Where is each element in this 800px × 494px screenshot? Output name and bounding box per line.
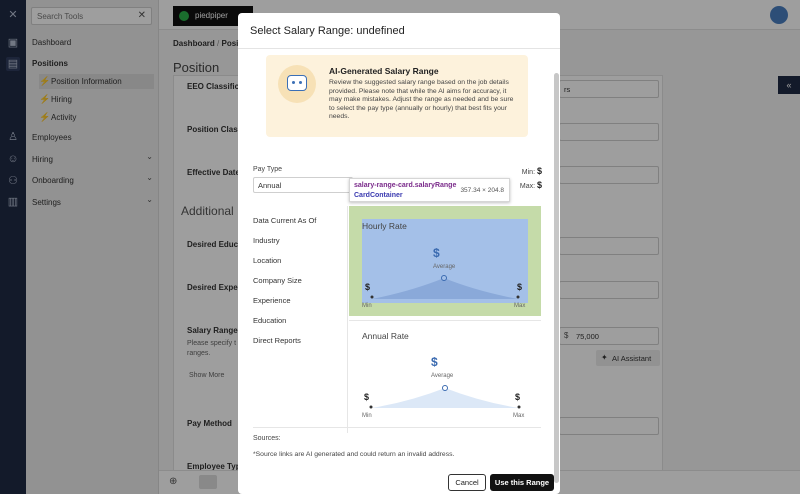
max-label: Max: [519, 183, 536, 190]
tooltip-selector-2: CardContainer [354, 192, 403, 199]
annual-average-dot [442, 385, 448, 391]
detail-experience: Experience [253, 296, 291, 305]
hourly-min-currency: $ [365, 282, 371, 292]
min-label: Min: [521, 169, 536, 176]
rate-divider [349, 320, 541, 321]
salary-details-list: Data Current As Of Industry Location Com… [238, 206, 348, 433]
robot-icon [278, 65, 316, 103]
modal-title: Select Salary Range: undefined [250, 25, 405, 37]
max-readout: Max: $ [520, 180, 542, 190]
cancel-button[interactable]: Cancel [448, 474, 486, 491]
max-currency: $ [536, 180, 542, 190]
hourly-average-dot [441, 275, 447, 281]
detail-direct-reports: Direct Reports [253, 336, 301, 345]
ai-box-title: AI-Generated Salary Range [329, 66, 439, 76]
hourly-max-label: Max [514, 303, 526, 309]
pay-type-label: Pay Type [253, 166, 283, 173]
sources-label: Sources: [253, 435, 281, 442]
detail-industry: Industry [253, 236, 280, 245]
hourly-average-label: Average [433, 264, 456, 270]
min-currency: $ [536, 166, 542, 176]
tooltip-dimensions: 357.34 × 204.8 [460, 187, 504, 194]
annual-rate-card: Annual Rate $ Average $ Min $ Max [349, 322, 541, 432]
detail-location: Location [253, 256, 282, 265]
devtools-tooltip: salary-range-card.salaryRange CardContai… [349, 178, 510, 202]
modal-divider [238, 48, 560, 49]
robot-eye [299, 81, 302, 84]
min-readout: Min: $ [522, 166, 542, 176]
hourly-min-dot [370, 295, 374, 299]
annual-max-dot [517, 405, 521, 409]
use-range-button[interactable]: Use this Range [490, 474, 554, 491]
detail-data-current: Data Current As Of [253, 216, 317, 225]
ai-info-box: AI-Generated Salary Range Review the sug… [266, 55, 528, 137]
robot-eye [292, 81, 295, 84]
annual-max-label: Max [513, 413, 525, 419]
salary-range-modal: Select Salary Range: undefined AI-Genera… [238, 13, 560, 494]
robot-head [287, 75, 307, 91]
pay-type-select[interactable]: Annual [253, 177, 353, 193]
hourly-max-dot [516, 295, 520, 299]
detail-education: Education [253, 316, 287, 325]
annual-max-currency: $ [515, 392, 521, 402]
hourly-average-currency: $ [433, 246, 440, 260]
modal-scrollbar[interactable] [554, 73, 559, 483]
annual-average-label: Average [431, 373, 454, 379]
hourly-min-label: Min [362, 303, 372, 309]
annual-min-currency: $ [364, 392, 370, 402]
detail-company-size: Company Size [253, 276, 302, 285]
annual-average-currency: $ [431, 355, 438, 369]
hourly-max-currency: $ [517, 282, 523, 292]
hourly-rate-container: Hourly Rate $ Average $ Min $ Max [362, 219, 528, 309]
sources-note: *Source links are AI generated and could… [253, 451, 455, 458]
hourly-rate-curve [370, 275, 520, 299]
hourly-curve-area [372, 278, 518, 299]
hourly-rate-card: Hourly Rate $ Average $ Min $ Max [349, 206, 541, 316]
sources-divider [253, 427, 541, 428]
annual-min-dot [369, 405, 373, 409]
ai-box-text: Review the suggested salary range based … [329, 79, 514, 120]
annual-min-label: Min [362, 413, 372, 419]
tooltip-selector: salary-range-card.salaryRange [354, 182, 457, 189]
